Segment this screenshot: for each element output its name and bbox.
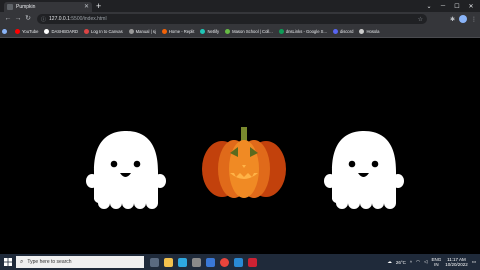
- chevron-down-icon[interactable]: ⌄: [422, 0, 436, 12]
- ghost-body: [94, 131, 158, 209]
- address-bar[interactable]: ⓘ 127.0.0.1:5500/index.html ☆: [37, 14, 427, 24]
- url-text: 127.0.0.1:5500/index.html: [49, 16, 418, 22]
- store-icon[interactable]: [192, 257, 201, 267]
- chevron-up-icon[interactable]: ^: [410, 260, 412, 265]
- clock-date: 10/20/2022: [445, 262, 468, 267]
- ghost-right: [324, 131, 404, 209]
- browser-tab[interactable]: Pumpkin ✕: [4, 2, 92, 12]
- ghost-eye-right: [133, 160, 141, 168]
- bookmark-label: discord: [339, 29, 354, 34]
- url-host: 127.0.0.1: [49, 16, 70, 22]
- apps-icon: [2, 29, 7, 34]
- window-controls: ⌄ ─ ☐ ✕: [422, 0, 478, 12]
- bookmark-label: dnsLinks - Google S...: [285, 29, 327, 34]
- app-icon[interactable]: [248, 257, 257, 267]
- weather-icon[interactable]: ☁: [387, 259, 392, 265]
- close-window-icon[interactable]: ✕: [464, 0, 478, 12]
- bookmark-label: YouTube: [22, 29, 39, 34]
- edge-icon[interactable]: [178, 257, 187, 267]
- bookmark-canvas[interactable]: Log In to Canvas: [84, 29, 123, 34]
- forward-icon[interactable]: →: [13, 12, 23, 26]
- taskbar: ⌕ Type here to search ☁ 26°C ^ ◠ ◁ ENG I…: [0, 254, 480, 270]
- hosola-icon: [359, 29, 365, 34]
- ghost-left: [86, 131, 166, 209]
- clock[interactable]: 11:17 AM 10/20/2022: [445, 257, 468, 267]
- bookmark-replit[interactable]: Home - Replit: [161, 29, 195, 34]
- tab-title: Pumpkin: [16, 4, 36, 10]
- info-icon[interactable]: ⓘ: [41, 16, 46, 23]
- file-explorer-icon[interactable]: [164, 257, 173, 267]
- notifications-icon[interactable]: ▭: [472, 259, 476, 265]
- browser-toolbar: ← → ↻ ⓘ 127.0.0.1:5500/index.html ☆ ✱ ⋮: [0, 12, 480, 26]
- extensions-icon[interactable]: ✱: [450, 16, 455, 23]
- mason-icon: [225, 29, 231, 34]
- ghost-arm-left: [324, 174, 336, 188]
- minimize-icon[interactable]: ─: [436, 0, 450, 12]
- bookmark-label: Netlify: [207, 29, 220, 34]
- chrome-icon[interactable]: [220, 257, 229, 267]
- windows-start-button[interactable]: [0, 254, 16, 270]
- close-icon[interactable]: ✕: [84, 4, 89, 10]
- volume-icon[interactable]: ◁: [424, 259, 427, 265]
- lang-bottom: IN: [434, 262, 439, 267]
- mail-icon[interactable]: [206, 257, 215, 267]
- canvas-icon: [84, 29, 89, 34]
- dashboard-icon: [44, 29, 50, 34]
- new-tab-button[interactable]: +: [96, 1, 101, 11]
- bookmark-discord[interactable]: discord: [332, 29, 354, 34]
- language-indicator[interactable]: ENG IN: [431, 257, 441, 267]
- ghost-eye-left: [348, 160, 356, 168]
- page-viewport: [0, 39, 480, 248]
- bookmark-label: Log In to Canvas: [91, 29, 123, 34]
- sheets-icon: [278, 29, 284, 34]
- ghost-eye-left: [110, 160, 118, 168]
- globe-icon: [7, 4, 13, 10]
- wifi-icon[interactable]: ◠: [416, 259, 420, 265]
- bookmark-label: DASHBOARD: [51, 29, 78, 34]
- ghost-eye-right: [371, 160, 379, 168]
- system-tray: ☁ 26°C ^ ◠ ◁ ENG IN 11:17 AM 10/20/2022 …: [387, 257, 480, 267]
- bookmark-youtube[interactable]: YouTube: [15, 29, 38, 34]
- windows-logo-icon: [4, 258, 12, 266]
- manual-icon: [128, 29, 134, 34]
- search-icon: ⌕: [20, 258, 24, 265]
- url-path: :5500/index.html: [69, 16, 107, 22]
- task-view-icon[interactable]: [150, 257, 159, 267]
- bookmark-mason[interactable]: Mason School | Coll...: [225, 29, 273, 34]
- bookmark-item[interactable]: [2, 29, 9, 34]
- bookmark-netlify[interactable]: Netlify: [200, 29, 219, 34]
- bookmark-manual[interactable]: Manual | sj: [128, 29, 156, 34]
- ghost-body: [332, 131, 396, 209]
- ghost-arm-left: [86, 174, 98, 188]
- bookmarks-bar: YouTube DASHBOARD Log In to Canvas Manua…: [0, 26, 480, 38]
- profile-avatar[interactable]: [459, 15, 467, 23]
- tab-strip: Pumpkin ✕ + ⌄ ─ ☐ ✕: [0, 0, 480, 12]
- taskbar-search[interactable]: ⌕ Type here to search: [16, 256, 144, 268]
- youtube-icon: [15, 29, 20, 34]
- bookmark-label: Hosola: [366, 29, 380, 34]
- discord-icon: [332, 29, 338, 34]
- bookmark-dashboard[interactable]: DASHBOARD: [44, 29, 78, 34]
- bookmark-label: Mason School | Coll...: [232, 29, 273, 34]
- ghost-arm-right: [392, 174, 404, 188]
- search-placeholder: Type here to search: [27, 259, 72, 265]
- toolbar-right: ✱ ⋮: [450, 15, 477, 23]
- bookmark-hosola[interactable]: Hosola: [359, 29, 380, 34]
- back-icon[interactable]: ←: [3, 12, 13, 26]
- pumpkin-center: [229, 140, 259, 198]
- reload-icon[interactable]: ↻: [23, 12, 33, 26]
- pinned-apps: [150, 257, 257, 267]
- replit-icon: [161, 29, 167, 34]
- jack-o-lantern: [202, 127, 286, 198]
- bookmark-star-icon[interactable]: ☆: [418, 16, 423, 23]
- maximize-icon[interactable]: ☐: [450, 0, 464, 12]
- vscode-icon[interactable]: [234, 257, 243, 267]
- bookmark-dnslinks[interactable]: dnsLinks - Google S...: [278, 29, 327, 34]
- bookmark-label: Home - Replit: [168, 29, 195, 34]
- netlify-icon: [200, 29, 206, 34]
- weather-temp[interactable]: 26°C: [396, 260, 406, 265]
- bookmark-label: Manual | sj: [135, 29, 156, 34]
- ghost-arm-right: [154, 174, 166, 188]
- menu-icon[interactable]: ⋮: [471, 16, 477, 23]
